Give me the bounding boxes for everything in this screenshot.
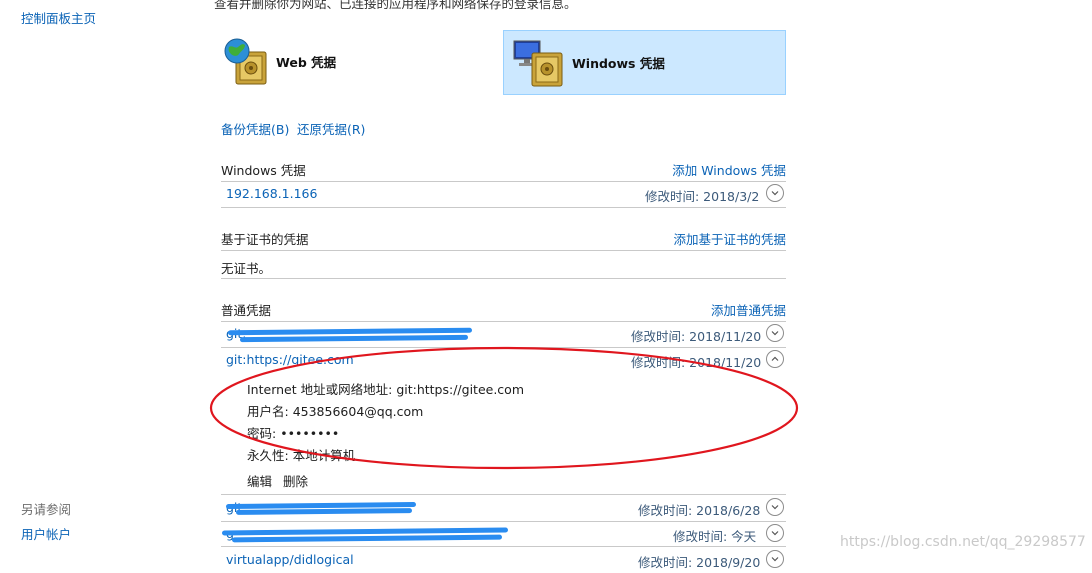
add-windows-credential-link[interactable]: 添加 Windows 凭据	[672, 160, 786, 179]
web-credentials-tile[interactable]: Web 凭据	[220, 30, 490, 93]
chevron-down-icon[interactable]	[766, 184, 784, 202]
globe-vault-icon	[220, 36, 272, 88]
chevron-down-icon[interactable]	[766, 524, 784, 542]
monitor-vault-icon	[512, 37, 568, 89]
no-certificates-text: 无证书。	[221, 261, 272, 276]
restore-credentials-link[interactable]: 还原凭据(R)	[297, 119, 365, 138]
windows-credentials-title: Windows 凭据	[221, 163, 306, 178]
cert-credentials-title: 基于证书的凭据	[221, 232, 309, 247]
credential-name: 192.168.1.166	[226, 186, 318, 201]
backup-credentials-link[interactable]: 备份凭据(B)	[221, 119, 289, 138]
watermark: https://blog.csdn.net/qq_29298577	[840, 534, 1086, 550]
generic-credentials-title: 普通凭据	[221, 303, 272, 318]
credential-modified: 修改时间: 2018/3/2	[645, 189, 760, 204]
divider	[221, 278, 786, 279]
credential-row[interactable]: virtualapp/didlogical 修改时间: 2018/9/20	[221, 548, 786, 573]
divider	[221, 546, 786, 547]
windows-credentials-label: Windows 凭据	[572, 56, 665, 71]
annotation-ellipse	[209, 346, 799, 470]
see-also-label: 另请参阅	[21, 502, 72, 517]
sidebar-home-link[interactable]: 控制面板主页	[21, 8, 96, 27]
web-credentials-label: Web 凭据	[276, 55, 337, 70]
add-generic-credential-link[interactable]: 添加普通凭据	[711, 300, 786, 319]
page-description: 查看并删除你为网站、已连接的应用程序和网络保存的登录信息。	[214, 0, 577, 11]
credential-modified: 修改时间: 2018/9/20	[638, 555, 761, 570]
chevron-down-icon[interactable]	[766, 550, 784, 568]
credential-row[interactable]: 192.168.1.166 修改时间: 2018/3/2	[221, 182, 786, 207]
divider	[221, 250, 786, 251]
credential-modified: 修改时间: 2018/6/28	[638, 503, 761, 518]
chevron-down-icon[interactable]	[766, 498, 784, 516]
user-accounts-link[interactable]: 用户帐户	[21, 524, 71, 543]
add-cert-credential-link[interactable]: 添加基于证书的凭据	[673, 229, 786, 248]
divider	[221, 494, 786, 495]
chevron-down-icon[interactable]	[766, 324, 784, 342]
windows-credentials-tile[interactable]: Windows 凭据	[503, 30, 786, 95]
divider	[221, 207, 786, 208]
credential-modified: 修改时间: 今天	[673, 529, 757, 544]
